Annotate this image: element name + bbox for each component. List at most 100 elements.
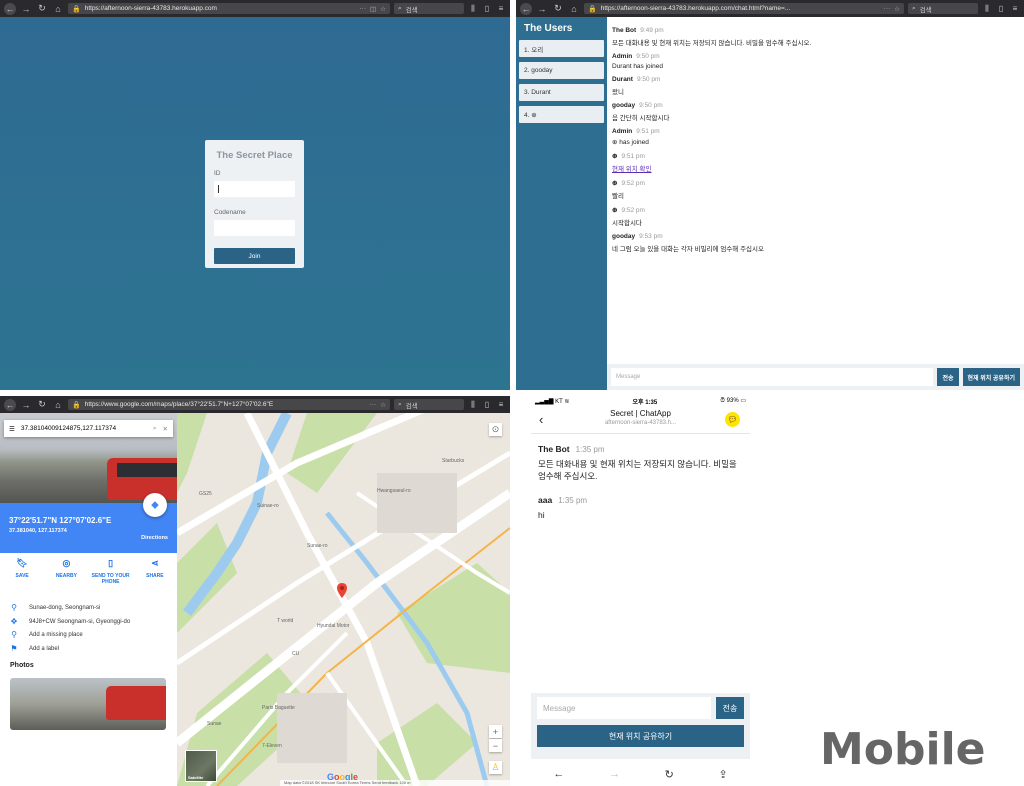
sidebar-icon[interactable]: ▯ <box>996 4 1006 13</box>
menu-icon[interactable]: ≡ <box>496 4 506 13</box>
pocket-icon[interactable]: ◫ <box>370 5 376 13</box>
message-list: The Bot 9:49 pm 모든 대화내용 및 현재 위치는 저장되지 않습니… <box>607 17 1024 390</box>
message-input[interactable]: Message <box>537 697 711 719</box>
menu-icon[interactable]: ≡ <box>1010 4 1020 13</box>
bus-window <box>117 463 177 477</box>
back-icon[interactable]: ← <box>553 768 564 780</box>
photo-thumbnail[interactable] <box>10 678 166 730</box>
message-text: ⊕ has joined <box>612 139 649 146</box>
back-icon[interactable]: ← <box>4 398 16 411</box>
send-button[interactable]: 전송 <box>937 368 959 386</box>
hamburger-icon[interactable]: ☰ <box>9 425 15 433</box>
library-icon[interactable]: ⫼ <box>468 400 478 410</box>
user-item[interactable]: 1. 오리 <box>519 40 604 57</box>
home-icon[interactable]: ⌂ <box>52 3 64 15</box>
message-input[interactable]: Message <box>611 368 934 386</box>
maps-search-bar[interactable]: ☰ 37.38104009124875,127.117374 ⌕ ✕ <box>4 420 173 437</box>
satellite-toggle[interactable]: Satellite <box>185 750 217 782</box>
directions-label[interactable]: Directions <box>141 535 168 541</box>
message-text: 왔니 <box>612 89 624 96</box>
back-icon[interactable]: ← <box>4 2 16 15</box>
forward-icon[interactable]: → <box>609 768 620 780</box>
message-author: Admin <box>612 53 633 60</box>
share-button[interactable]: ⋖ SHARE <box>135 558 175 585</box>
kakaotalk-icon[interactable]: 💬︎ <box>725 412 740 427</box>
home-icon[interactable]: ⌂ <box>52 399 64 411</box>
search-box[interactable]: ⌕ 검색 <box>394 3 464 14</box>
reload-icon[interactable]: ↻ <box>552 3 564 15</box>
codename-input[interactable] <box>214 220 295 236</box>
message-text: 빨리 <box>612 193 624 200</box>
forward-icon[interactable]: → <box>20 3 32 15</box>
share-location-button[interactable]: 현재 위치 공유하기 <box>537 725 744 747</box>
page-actions-icon[interactable]: ··· <box>360 5 367 12</box>
sidebar-icon[interactable]: ▯ <box>482 400 492 409</box>
location-pin-icon[interactable] <box>337 583 347 598</box>
search-box[interactable]: ⌕ 검색 <box>394 399 464 410</box>
menu-icon[interactable]: ≡ <box>496 400 506 409</box>
reload-icon[interactable]: ↻ <box>665 768 674 781</box>
url-bar[interactable]: 🔒 https://afternoon-sierra-43783.herokua… <box>584 3 904 14</box>
user-item[interactable]: 2. gooday <box>519 62 604 79</box>
search-icon[interactable]: ⌕ <box>153 425 157 433</box>
map-label: Paris Baguette <box>262 705 295 711</box>
library-icon[interactable]: ⫼ <box>468 4 478 14</box>
send-button[interactable]: 전송 <box>716 697 744 719</box>
page-actions-icon[interactable]: ··· <box>370 401 377 408</box>
message-text: 네 그럼 오늘 있을 대화는 각자 비밀리에 엄수해 주십시오 <box>612 246 764 253</box>
chat-message: Admin 9:51 pm ⊕ has joined <box>612 128 1019 146</box>
join-button[interactable]: Join <box>214 248 295 264</box>
page-url[interactable]: afternoon-sierra-43783.h... <box>531 420 750 426</box>
safari-toolbar: ← → ↻ ⇪ <box>531 762 750 786</box>
back-icon[interactable]: ‹ <box>539 412 543 427</box>
sidebar-icon[interactable]: ▯ <box>482 4 492 13</box>
id-input[interactable] <box>214 181 295 197</box>
add-missing-place-link[interactable]: ⚲ Add a missing place <box>10 630 83 639</box>
zoom-out-button[interactable]: − <box>489 739 502 752</box>
page-actions-icon[interactable]: ··· <box>884 5 891 12</box>
chat-message: aaa 1:35 pm hi <box>538 495 743 521</box>
library-icon[interactable]: ⫼ <box>982 4 992 14</box>
add-label-link[interactable]: ⚑ Add a label <box>10 644 59 653</box>
bookmark-star-icon[interactable]: ☆ <box>380 401 386 409</box>
close-icon[interactable]: ✕ <box>163 425 168 433</box>
user-item[interactable]: 3. Durant <box>519 84 604 101</box>
map-canvas[interactable]: Suinae-ro Hwangsaeul-ro Sunae-ro T world… <box>177 413 510 786</box>
reload-icon[interactable]: ↻ <box>36 399 48 411</box>
send-to-phone-button[interactable]: ▯ SEND TO YOUR PHONE <box>91 558 131 585</box>
layers-icon[interactable]: ⊙ <box>489 423 502 436</box>
pegman-icon[interactable]: ♙ <box>489 761 502 774</box>
share-location-button[interactable]: 현재 위치 공유하기 <box>962 368 1020 386</box>
map-footer: Map data ©2018 SK telecom South Korea Te… <box>280 780 510 786</box>
back-icon[interactable]: ← <box>520 2 532 15</box>
message-text: 시작합시다 <box>612 220 642 227</box>
url-bar[interactable]: 🔒 https://www.google.com/maps/place/37°2… <box>68 399 390 410</box>
url-bar[interactable]: 🔒 https://afternoon-sierra-43783.herokua… <box>68 3 390 14</box>
add-place-icon: ⚲ <box>11 630 17 639</box>
save-button[interactable]: 🔖︎ SAVE <box>2 558 42 585</box>
zoom-in-button[interactable]: + <box>489 725 502 738</box>
message-text: 모든 대화내용 및 현재 위치는 저장되지 않습니다. 비밀을 엄수해 주십시오… <box>612 40 812 47</box>
action-label: NEARBY <box>55 573 77 579</box>
location-link[interactable]: 현재 위치 확인 <box>612 163 1019 173</box>
map-label: CU <box>292 651 300 657</box>
reload-icon[interactable]: ↻ <box>36 3 48 15</box>
browser-toolbar: ← → ↻ ⌂ 🔒 https://www.google.com/maps/pl… <box>0 396 510 413</box>
bookmark-star-icon[interactable]: ☆ <box>380 5 386 13</box>
nearby-icon: ◎ <box>62 558 71 568</box>
message-text: 모든 대화내용 및 현재 위치는 저장되지 않습니다. 비밀을 엄수해 주십시오… <box>538 459 737 482</box>
map-label: 7-Eleven <box>262 743 282 749</box>
home-icon[interactable]: ⌂ <box>568 3 580 15</box>
forward-icon[interactable]: → <box>536 3 548 15</box>
message-text: hi <box>538 509 545 520</box>
maps-search-input[interactable]: 37.38104009124875,127.117374 <box>21 425 147 432</box>
directions-icon[interactable]: ⬥ <box>143 493 167 517</box>
chat-message: ⊕ 9:51 pm 현재 위치 확인 <box>612 152 1019 173</box>
forward-icon[interactable]: → <box>20 399 32 411</box>
bookmark-star-icon[interactable]: ☆ <box>894 5 900 13</box>
nearby-button[interactable]: ◎ NEARBY <box>46 558 86 585</box>
search-box[interactable]: ⌕ 검색 <box>908 3 978 14</box>
share-icon[interactable]: ⇪ <box>718 768 727 781</box>
signal-icon: ▂▃▅▇ <box>535 398 554 405</box>
user-item[interactable]: 4. ⊕ <box>519 106 604 123</box>
